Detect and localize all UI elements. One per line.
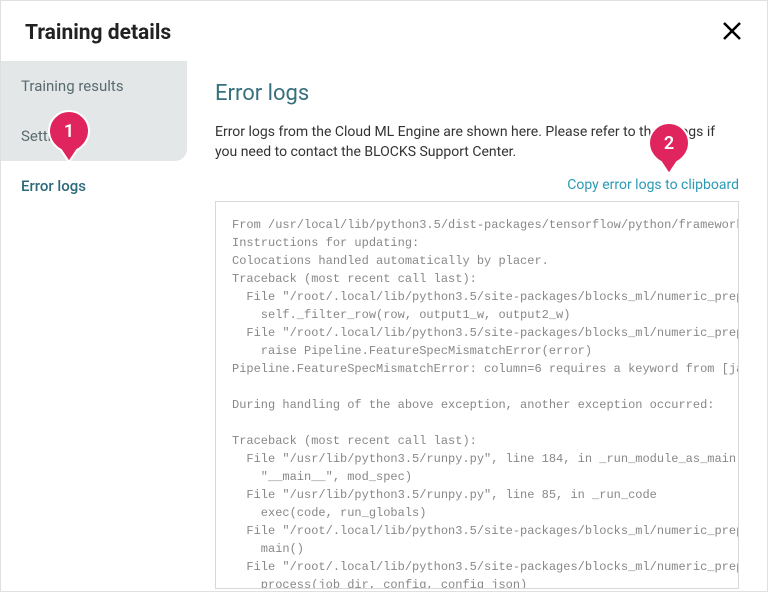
main-title: Error logs bbox=[215, 81, 739, 106]
sidebar: Training results Settings Error logs bbox=[1, 61, 187, 591]
annotation-number: 1 bbox=[47, 121, 91, 142]
annotation-callout-2: 2 bbox=[647, 121, 691, 176]
close-icon[interactable] bbox=[721, 19, 743, 47]
annotation-callout-1: 1 bbox=[47, 109, 91, 164]
error-log-output: From /usr/local/lib/python3.5/dist-packa… bbox=[215, 201, 739, 589]
annotation-number: 2 bbox=[647, 133, 691, 154]
sidebar-item-error-logs[interactable]: Error logs bbox=[1, 161, 187, 211]
sidebar-item-label: Error logs bbox=[21, 177, 86, 195]
sidebar-item-label: Training results bbox=[21, 77, 124, 95]
sidebar-item-training-results[interactable]: Training results bbox=[1, 61, 187, 111]
copy-logs-link[interactable]: Copy error logs to clipboard bbox=[215, 177, 739, 193]
sidebar-item-settings[interactable]: Settings bbox=[1, 111, 187, 161]
page-title: Training details bbox=[25, 21, 171, 45]
